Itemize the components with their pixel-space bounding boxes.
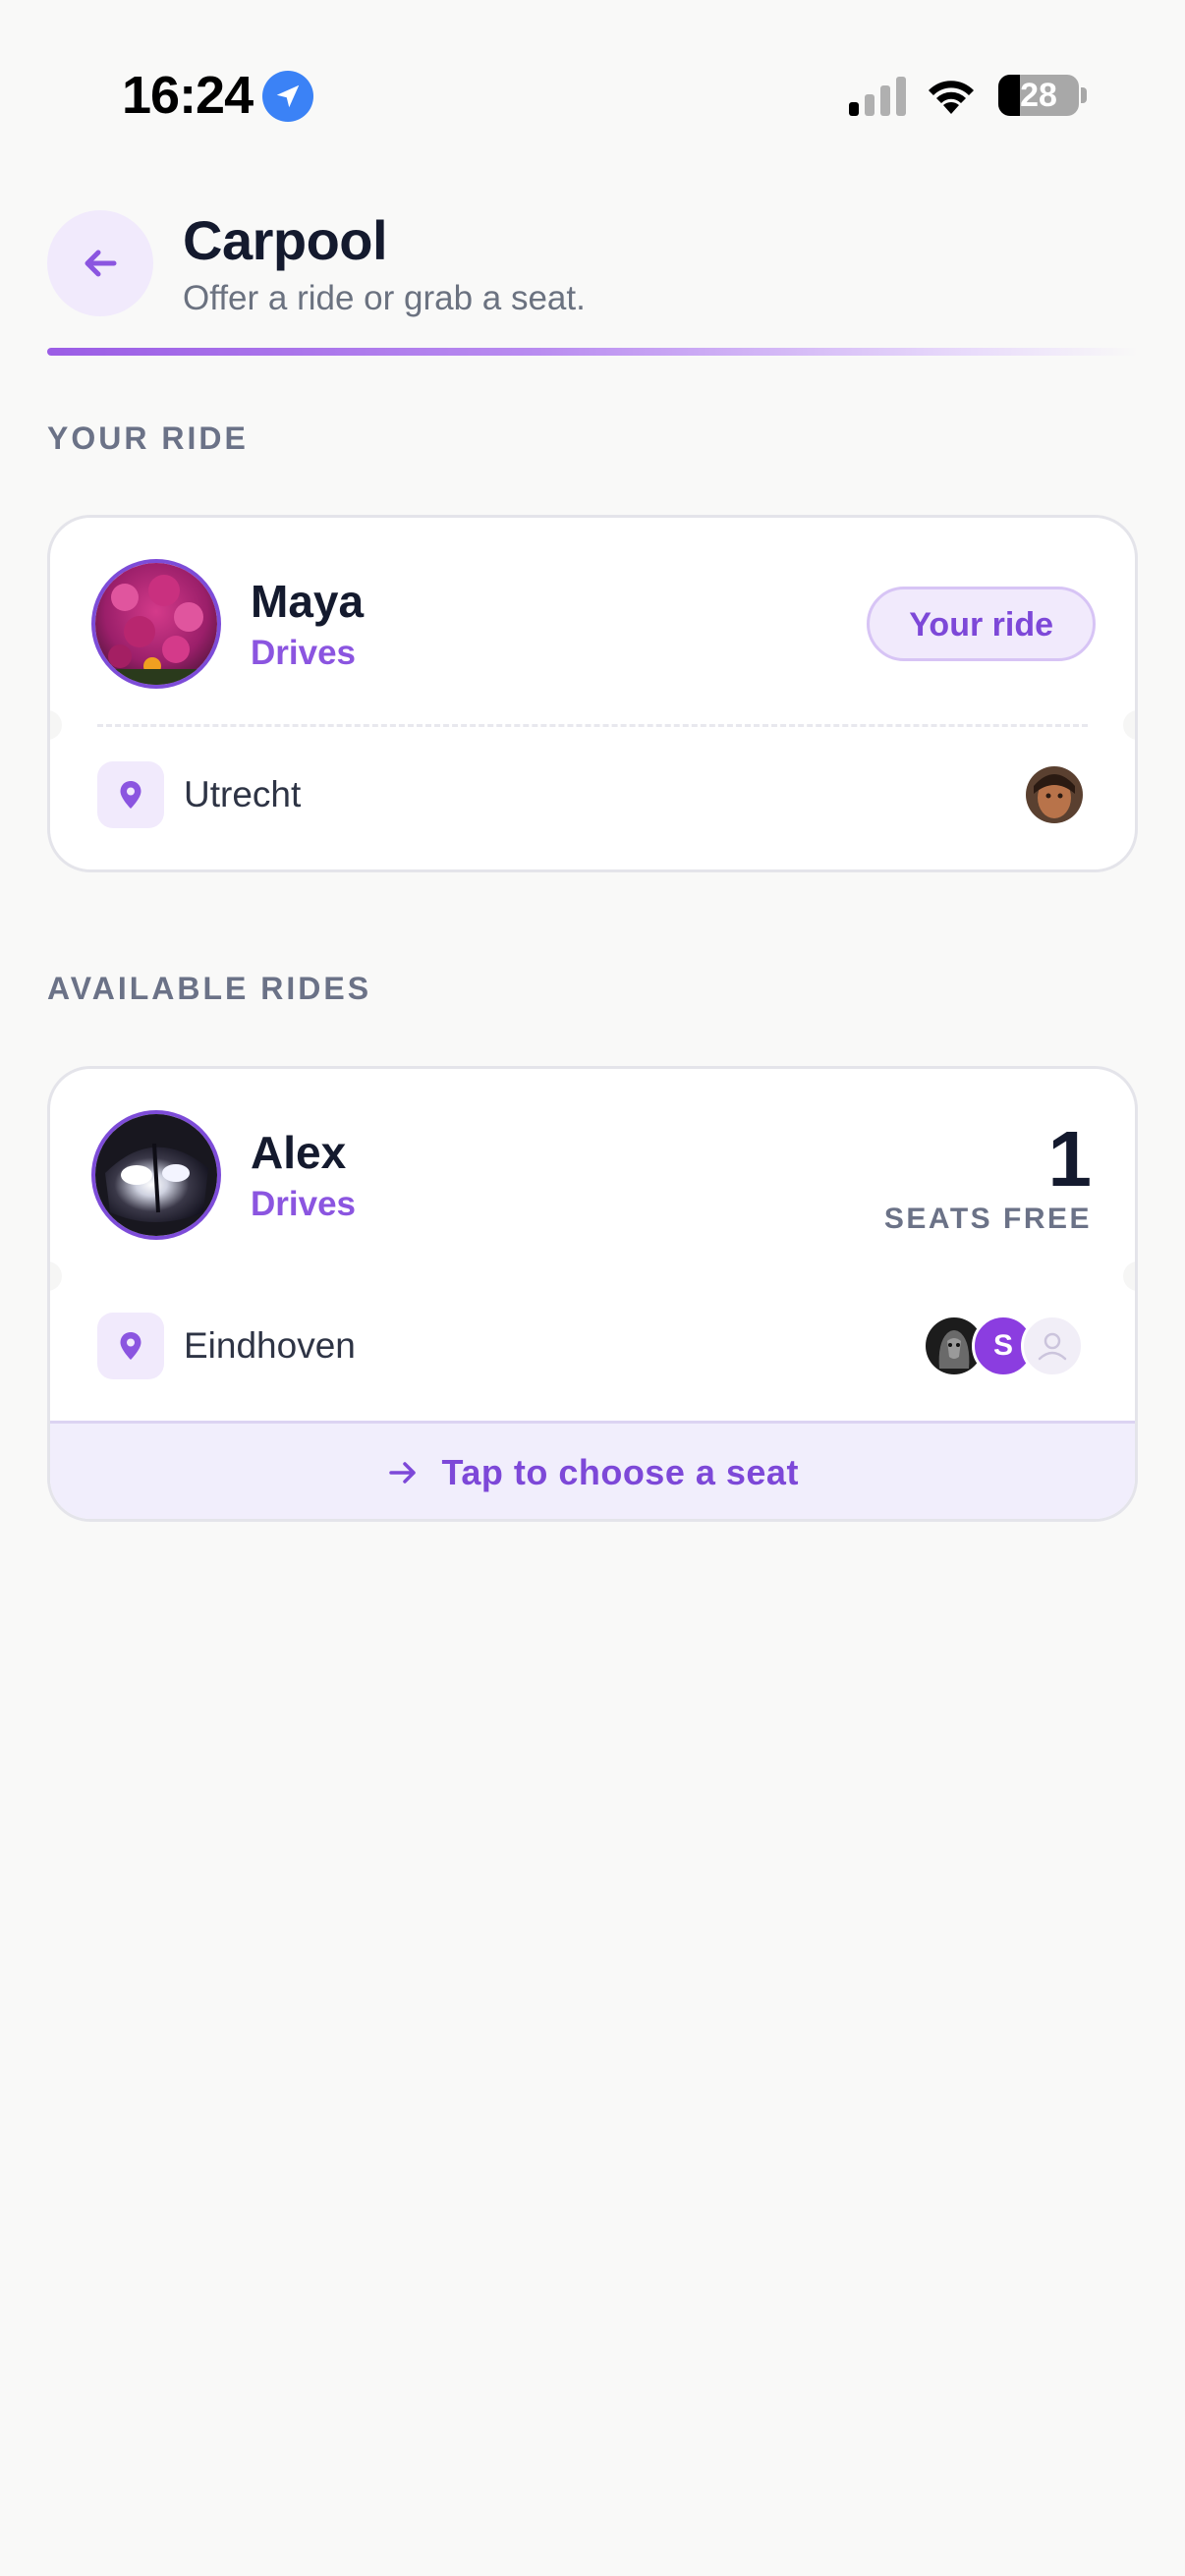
location-arrow-icon	[262, 71, 313, 122]
ride-location: Eindhoven	[184, 1325, 356, 1366]
cellular-signal-icon	[849, 77, 906, 116]
page-title: Carpool	[183, 209, 388, 271]
back-button[interactable]	[47, 210, 153, 316]
ride-location: Utrecht	[184, 774, 302, 814]
driver-avatar	[91, 1110, 221, 1240]
arrow-left-icon	[85, 250, 117, 277]
seats-free-label: SEATS FREE	[883, 1203, 1092, 1235]
carpool-screen: 16:24 28 Carpool Offer a ride or grab a …	[0, 0, 1185, 2576]
page-subtitle: Offer a ride or grab a seat.	[183, 279, 586, 317]
battery-level: 28	[1020, 77, 1057, 114]
driver-name: Maya	[251, 576, 365, 627]
status-time: 16:24	[122, 66, 254, 125]
wifi-icon	[929, 81, 974, 114]
battery-tip	[1081, 87, 1087, 103]
status-bar: 16:24 28	[0, 0, 1185, 147]
driver-name: Alex	[251, 1127, 347, 1178]
dashed-divider	[97, 724, 1088, 727]
battery-icon: 28	[998, 75, 1079, 116]
your-ride-badge: Your ride	[867, 587, 1096, 661]
ticket-notch-left	[50, 710, 62, 740]
your-ride-card[interactable]: Maya Drives Your ride Utrecht	[47, 515, 1138, 872]
passenger-avatar	[1023, 763, 1086, 826]
available-ride-card[interactable]: Alex Drives 1 SEATS FREE Eindhoven S Tap…	[47, 1066, 1138, 1522]
ticket-notch-left	[50, 1261, 62, 1291]
section-label-your-ride: YOUR RIDE	[47, 420, 249, 456]
ticket-notch-right	[1123, 1261, 1135, 1291]
empty-seat-icon	[1021, 1315, 1084, 1377]
location-pin-icon	[97, 1313, 164, 1379]
arrow-right-icon	[389, 1462, 416, 1484]
header-divider	[47, 348, 1138, 356]
seats-free-count: 1	[1047, 1115, 1093, 1203]
section-label-available-rides: AVAILABLE RIDES	[47, 971, 372, 1006]
driver-role: Drives	[251, 634, 357, 672]
choose-seat-label: Tap to choose a seat	[441, 1451, 799, 1492]
choose-seat-button[interactable]: Tap to choose a seat	[50, 1421, 1135, 1519]
location-pin-icon	[97, 761, 164, 828]
driver-avatar	[91, 559, 221, 689]
ticket-notch-right	[1123, 710, 1135, 740]
driver-role: Drives	[251, 1185, 357, 1223]
